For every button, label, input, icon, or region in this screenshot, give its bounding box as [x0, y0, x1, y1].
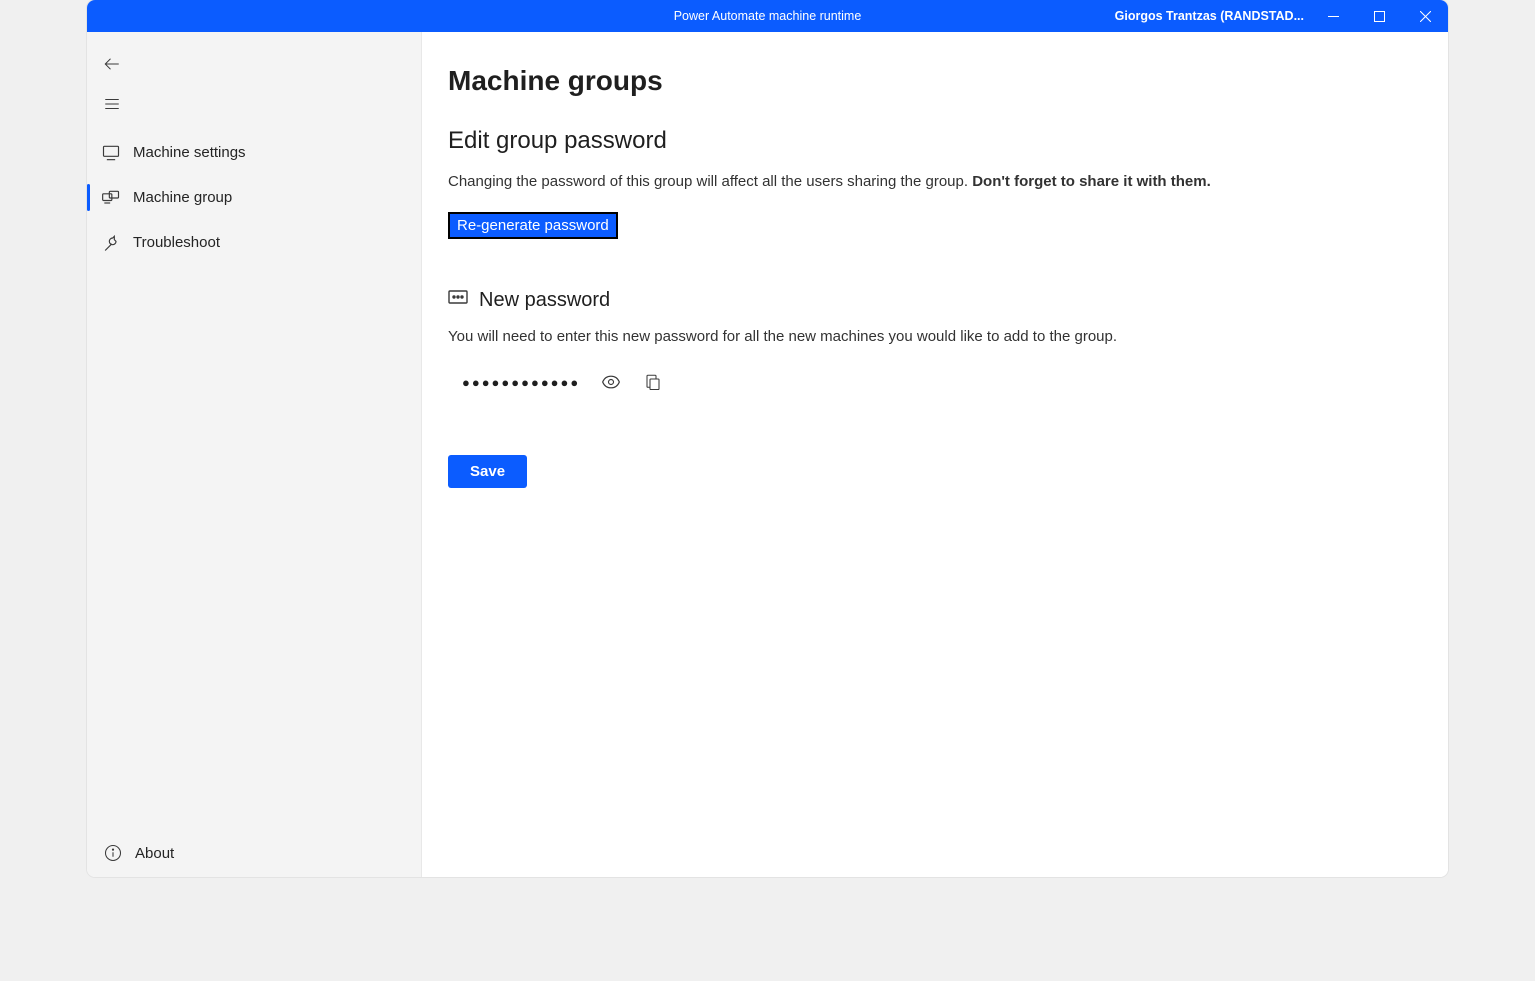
window-title: Power Automate machine runtime: [674, 9, 862, 23]
window-controls: [1310, 0, 1448, 32]
info-icon: [103, 843, 123, 863]
user-account-label[interactable]: Giorgos Trantzas (RANDSTAD...: [1115, 9, 1310, 23]
copy-password-button[interactable]: [642, 371, 664, 393]
nav-label: Machine settings: [133, 144, 246, 161]
nav-label: Troubleshoot: [133, 234, 220, 251]
page-title: Machine groups: [448, 65, 1422, 97]
show-password-button[interactable]: [600, 371, 622, 393]
titlebar: Power Automate machine runtime Giorgos T…: [87, 0, 1448, 32]
hamburger-button[interactable]: [87, 84, 421, 124]
desktop-icon: [101, 143, 121, 163]
app-body: Machine settings Machine group: [87, 32, 1448, 877]
sidebar: Machine settings Machine group: [87, 32, 422, 877]
section-description: Changing the password of this group will…: [448, 173, 1422, 190]
wrench-icon: [101, 233, 121, 253]
password-value-row: ●●●●●●●●●●●●: [448, 371, 1422, 393]
nav-troubleshoot[interactable]: Troubleshoot: [87, 220, 421, 265]
new-password-header: New password: [448, 289, 1422, 312]
back-button[interactable]: [87, 44, 421, 84]
machine-group-icon: [101, 188, 121, 208]
nav-machine-group[interactable]: Machine group: [87, 175, 421, 220]
minimize-button[interactable]: [1310, 0, 1356, 32]
new-password-section: New password You will need to enter this…: [448, 289, 1422, 393]
about-label: About: [135, 845, 174, 862]
app-window: Power Automate machine runtime Giorgos T…: [87, 0, 1448, 877]
back-arrow-icon: [103, 55, 121, 73]
close-button[interactable]: [1402, 0, 1448, 32]
nav-label: Machine group: [133, 189, 232, 206]
password-field-icon: [448, 290, 468, 311]
copy-icon: [644, 373, 662, 391]
maximize-button[interactable]: [1356, 0, 1402, 32]
nav-about[interactable]: About: [87, 829, 421, 877]
new-password-label: New password: [479, 289, 610, 312]
main-content: Machine groups Edit group password Chang…: [422, 32, 1448, 877]
nav-list: Machine settings Machine group: [87, 130, 421, 265]
section-title: Edit group password: [448, 127, 1422, 155]
password-masked-value: ●●●●●●●●●●●●: [462, 375, 580, 390]
regenerate-password-button[interactable]: Re-generate password: [448, 212, 618, 239]
eye-icon: [601, 372, 621, 392]
section-desc-bold: Don't forget to share it with them.: [972, 173, 1211, 190]
hamburger-icon: [103, 95, 121, 113]
section-desc-text: Changing the password of this group will…: [448, 173, 972, 190]
new-password-description: You will need to enter this new password…: [448, 328, 1422, 345]
minimize-icon: [1328, 11, 1339, 22]
maximize-icon: [1374, 11, 1385, 22]
close-icon: [1420, 11, 1431, 22]
save-button[interactable]: Save: [448, 455, 527, 488]
nav-machine-settings[interactable]: Machine settings: [87, 130, 421, 175]
